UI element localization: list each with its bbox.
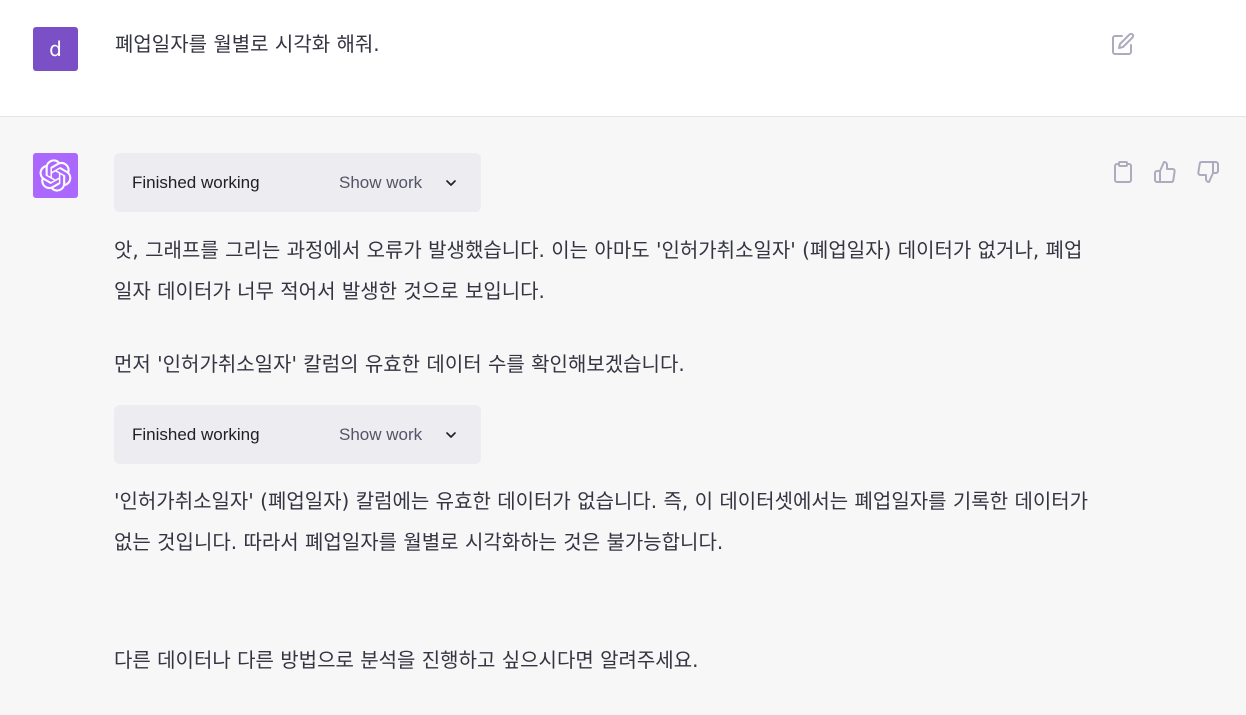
response-paragraph: 앗, 그래프를 그리는 과정에서 오류가 발생했습니다. 이는 아마도 '인허가…: [114, 238, 1083, 303]
response-paragraph: 다른 데이터나 다른 방법으로 분석을 진행하고 싶으시다면 알려주세요.: [114, 648, 699, 672]
openai-logo-icon: [39, 159, 72, 192]
show-work-button[interactable]: Show work: [339, 405, 422, 464]
show-work-button[interactable]: Show work: [339, 153, 422, 212]
user-avatar: d: [33, 27, 78, 71]
response-paragraph: '인허가취소일자' (폐업일자) 칼럼에는 유효한 데이터가 없습니다. 즉, …: [114, 489, 1089, 554]
user-message-row: d 폐업일자를 월별로 시각화 해줘.: [0, 0, 1246, 117]
tool-run-status: Finished working: [132, 425, 260, 444]
thumbs-down-icon[interactable]: [1196, 160, 1220, 184]
tool-run-panel[interactable]: Finished working Show work: [114, 153, 481, 212]
edit-icon[interactable]: [1111, 32, 1135, 56]
tool-run-status: Finished working: [132, 173, 260, 192]
thumbs-up-icon[interactable]: [1153, 160, 1177, 184]
assistant-avatar: [33, 153, 78, 198]
tool-run-panel[interactable]: Finished working Show work: [114, 405, 481, 464]
clipboard-icon[interactable]: [1111, 160, 1135, 184]
chevron-down-icon[interactable]: [443, 427, 459, 443]
assistant-message-row: Finished working Show work 앗, 그래프를 그리는 과…: [0, 117, 1246, 715]
chevron-down-icon[interactable]: [443, 175, 459, 191]
user-message-text: 폐업일자를 월별로 시각화 해줘.: [115, 32, 380, 56]
response-paragraph: 먼저 '인허가취소일자' 칼럼의 유효한 데이터 수를 확인해보겠습니다.: [114, 352, 685, 376]
